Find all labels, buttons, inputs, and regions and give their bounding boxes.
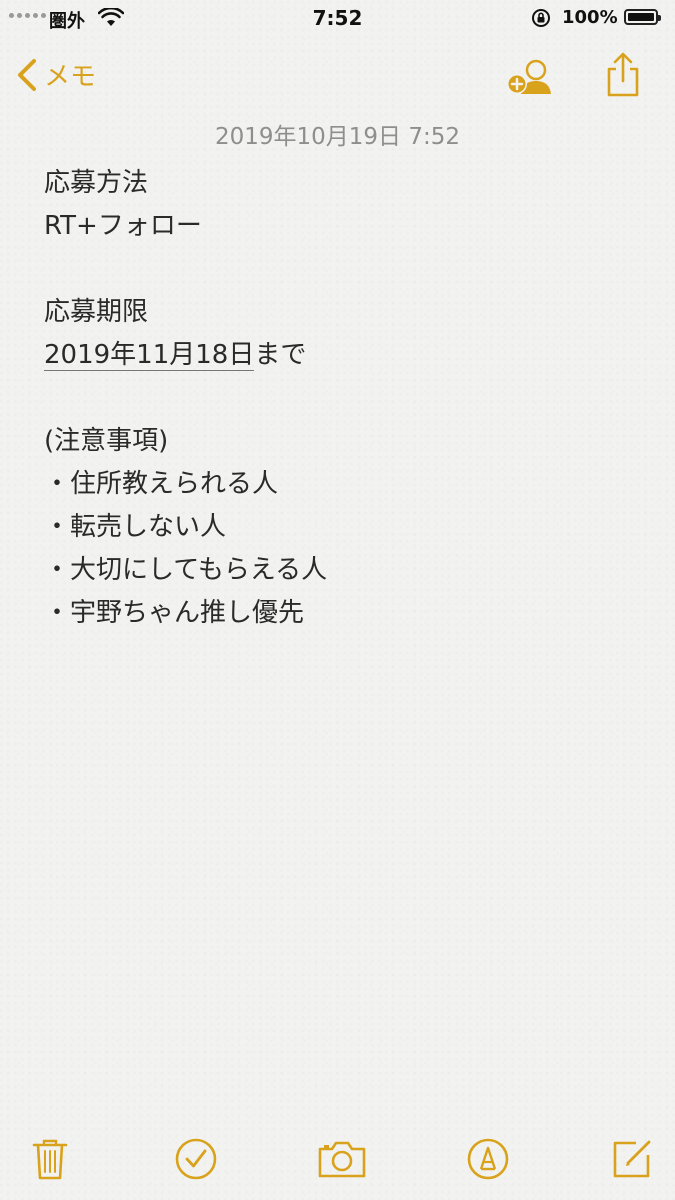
note-line: ・宇野ちゃん推し優先 (44, 598, 305, 628)
markup-icon (467, 1138, 509, 1180)
note-date: 2019年10月19日 7:52 (214, 124, 461, 150)
back-label: メモ (44, 62, 97, 92)
note-line (44, 248, 634, 291)
markup-button[interactable] (464, 1135, 512, 1183)
compose-button[interactable] (608, 1135, 656, 1183)
deadline-suffix: まで (254, 340, 307, 370)
note-body[interactable]: 応募方法 RT+フォロー 応募期限 2019年11月18日まで (注意事項) ・… (44, 162, 634, 635)
note-line: ・住所教えられる人 (44, 469, 279, 499)
camera-icon (318, 1141, 366, 1178)
battery-percent: 100% (562, 7, 618, 28)
checklist-button[interactable] (172, 1135, 220, 1183)
note-line: ・転売しない人 (44, 512, 227, 542)
note-line: 応募方法 (44, 168, 149, 198)
rotation-lock-icon (532, 9, 550, 27)
status-bar: 圏外 7:52 100% (0, 0, 675, 40)
note-line: RT+フォロー (44, 211, 202, 241)
add-person-icon[interactable] (505, 58, 555, 98)
share-icon[interactable] (603, 52, 643, 98)
trash-icon (32, 1139, 68, 1180)
camera-button[interactable] (317, 1135, 367, 1183)
compose-icon (613, 1140, 651, 1178)
battery-fill (628, 13, 654, 21)
checklist-icon (175, 1138, 217, 1180)
note-line: ・大切にしてもらえる人 (44, 555, 328, 585)
note-line (44, 377, 634, 420)
delete-button[interactable] (26, 1135, 74, 1183)
note-line: 応募期限 (44, 297, 149, 327)
battery-icon (624, 9, 661, 25)
chevron-left-icon (18, 58, 36, 91)
deadline-line: 2019年11月18日まで (44, 334, 634, 377)
note-line: (注意事項) (44, 426, 169, 456)
back-button[interactable]: メモ (14, 56, 96, 93)
deadline-date-link[interactable]: 2019年11月18日 (44, 340, 255, 371)
